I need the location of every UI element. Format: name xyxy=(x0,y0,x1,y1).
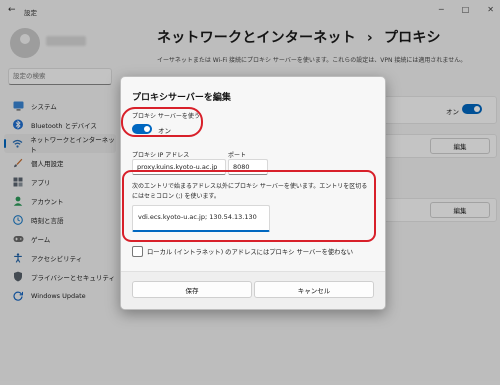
edit-proxy-dialog: プロキシサーバーを編集 プロキシ サーバーを使う オン プロキシ IP アドレス… xyxy=(120,76,386,310)
exclusion-description: 次のエントリで始まるアドレス以外にプロキシ サーバーを使います。エントリを区切る… xyxy=(132,183,368,200)
exclusion-input[interactable] xyxy=(133,206,274,228)
settings-window: ← 設定 ─ □ ✕ システム Bluetooth とデバイス xyxy=(0,0,500,385)
port-label: ポート xyxy=(228,152,247,159)
proxy-ip-input[interactable] xyxy=(133,160,225,174)
local-bypass-label[interactable]: ローカル (イントラネット) のアドレスにはプロキシ サーバーを使わない xyxy=(147,247,353,256)
proxy-ip-label: プロキシ IP アドレス xyxy=(132,152,190,159)
local-bypass-checkbox[interactable] xyxy=(132,246,143,257)
port-input[interactable] xyxy=(229,160,267,174)
exclusion-field[interactable] xyxy=(132,205,274,232)
save-button[interactable]: 保存 xyxy=(132,281,252,298)
use-proxy-label: プロキシ サーバーを使う xyxy=(132,113,200,120)
port-field[interactable] xyxy=(228,159,268,175)
dialog-footer: 保存 キャンセル xyxy=(121,271,385,309)
use-proxy-toggle[interactable] xyxy=(132,124,152,134)
dialog-title: プロキシサーバーを編集 xyxy=(132,93,231,103)
cancel-button[interactable]: キャンセル xyxy=(254,281,374,298)
proxy-ip-field[interactable] xyxy=(132,159,226,175)
use-proxy-state: オン xyxy=(158,127,171,135)
